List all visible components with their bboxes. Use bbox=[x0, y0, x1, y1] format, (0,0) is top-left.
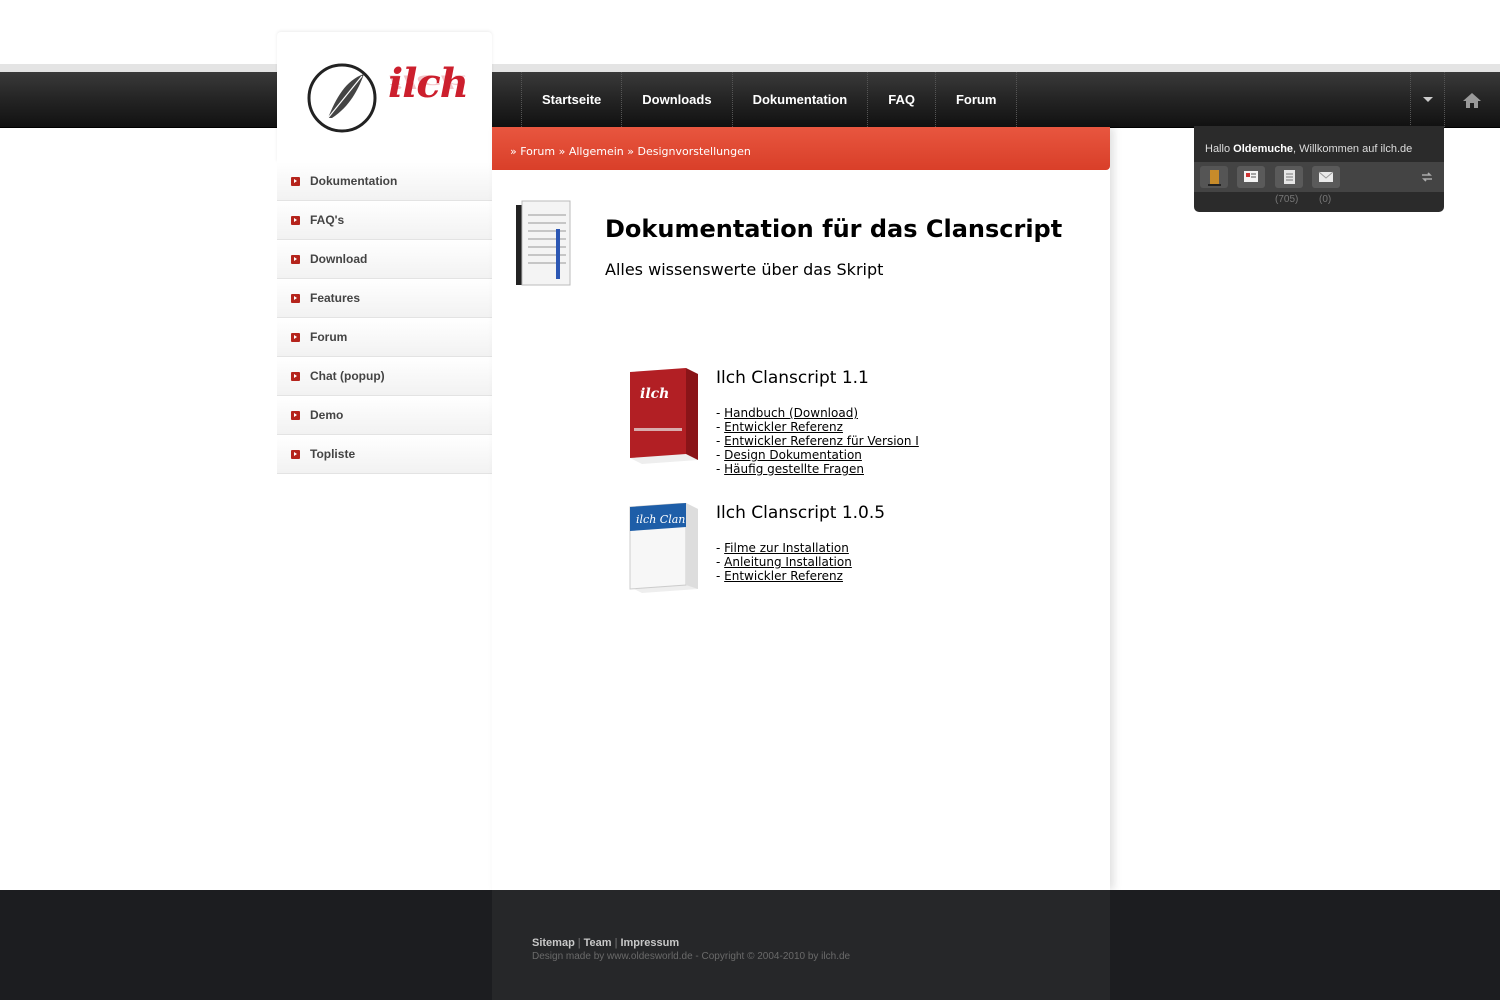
product-box-label: ilch Clan bbox=[636, 513, 685, 526]
page-subtitle: Alles wissenswerte über das Skript bbox=[605, 260, 884, 279]
footer-link-sitemap[interactable]: Sitemap bbox=[532, 937, 575, 949]
user-menu-toggle[interactable] bbox=[1410, 72, 1445, 127]
document-icon bbox=[516, 200, 571, 286]
arrow-bullet-icon bbox=[291, 410, 300, 420]
page-title: Dokumentation für das Clanscript bbox=[605, 215, 1063, 243]
greeting-suffix: , Willkommen auf ilch.de bbox=[1293, 143, 1413, 155]
chevron-down-icon bbox=[1423, 97, 1433, 102]
arrow-bullet-icon bbox=[291, 371, 300, 381]
sidebar-item-dokumentation[interactable]: Dokumentation bbox=[277, 162, 492, 201]
footer-links: Sitemap | Team | Impressum bbox=[532, 937, 679, 949]
sidebar-item-topliste[interactable]: Topliste bbox=[277, 435, 492, 474]
sidebar-item-features[interactable]: Features bbox=[277, 279, 492, 318]
sidebar-item-label: Topliste bbox=[310, 447, 356, 461]
nav-item-dokumentation[interactable]: Dokumentation bbox=[731, 72, 868, 127]
home-icon[interactable] bbox=[1460, 90, 1484, 110]
arrow-bullet-icon bbox=[291, 215, 300, 225]
sidebar-item-label: Download bbox=[310, 252, 368, 266]
sidebar-item-download[interactable]: Download bbox=[277, 240, 492, 279]
link-filme-installation[interactable]: Filme zur Installation bbox=[724, 541, 849, 555]
arrow-bullet-icon bbox=[291, 449, 300, 459]
link-entwickler-referenz[interactable]: Entwickler Referenz bbox=[724, 420, 843, 434]
breadcrumb-sep-icon: » bbox=[627, 145, 634, 158]
link-design-dokumentation[interactable]: Design Dokumentation bbox=[724, 448, 862, 462]
footer: Sitemap | Team | Impressum Design made by ww… bbox=[0, 890, 1500, 1000]
breadcrumb-item-forum[interactable]: Forum bbox=[520, 145, 555, 158]
link-anleitung-installation[interactable]: Anleitung Installation bbox=[724, 555, 852, 569]
mail-count: (0) bbox=[1319, 194, 1332, 205]
top-navbar: Startseite Downloads Dokumentation FAQ F… bbox=[0, 72, 1500, 128]
feather-logo-icon bbox=[307, 63, 377, 133]
breadcrumb-bar: » Forum » Allgemein » Designvorstellunge… bbox=[492, 127, 1110, 170]
footer-center: Sitemap | Team | Impressum Design made by ww… bbox=[492, 890, 1110, 1000]
arrow-bullet-icon bbox=[291, 293, 300, 303]
logout-door-icon[interactable] bbox=[1200, 166, 1228, 188]
greeting-prefix: Hallo bbox=[1205, 143, 1231, 155]
sidebar-item-chat[interactable]: Chat (popup) bbox=[277, 357, 492, 396]
main-nav: Startseite Downloads Dokumentation FAQ F… bbox=[521, 72, 1018, 127]
breadcrumb-item-allgemein[interactable]: Allgemein bbox=[569, 145, 624, 158]
sidebar-item-label: Forum bbox=[310, 330, 348, 344]
link-entwickler-referenz[interactable]: Entwickler Referenz bbox=[724, 569, 843, 583]
product-name: Ilch Clanscript 1.1 bbox=[716, 368, 869, 388]
sidebar-item-label: FAQ's bbox=[310, 213, 345, 227]
footer-separator: | bbox=[614, 937, 618, 949]
sidebar-item-faqs[interactable]: FAQ's bbox=[277, 201, 492, 240]
product-links: - Handbuch (Download) - Entwickler Refer… bbox=[716, 406, 919, 476]
arrow-bullet-icon bbox=[291, 332, 300, 342]
breadcrumb-item-designvorstellungen[interactable]: Designvorstellungen bbox=[637, 145, 750, 158]
profile-card-icon[interactable] bbox=[1237, 166, 1265, 188]
nav-item-startseite[interactable]: Startseite bbox=[521, 72, 621, 127]
sidebar-item-label: Dokumentation bbox=[310, 174, 398, 188]
sidebar: Dokumentation FAQ's Download Features Fo… bbox=[277, 162, 492, 474]
product-box-label: ilch bbox=[640, 386, 669, 402]
refresh-icon[interactable] bbox=[1420, 170, 1434, 184]
breadcrumb: » Forum » Allgemein » Designvorstellunge… bbox=[510, 145, 751, 158]
nav-item-downloads[interactable]: Downloads bbox=[621, 72, 731, 127]
sidebar-item-label: Demo bbox=[310, 408, 344, 422]
footer-link-team[interactable]: Team bbox=[584, 937, 612, 949]
top-strip bbox=[0, 64, 1500, 72]
username[interactable]: Oldemuche bbox=[1233, 143, 1293, 155]
messages-list-icon[interactable] bbox=[1275, 166, 1303, 188]
sidebar-item-label: Features bbox=[310, 291, 361, 305]
arrow-bullet-icon bbox=[291, 176, 300, 186]
nav-item-faq[interactable]: FAQ bbox=[867, 72, 935, 127]
footer-copyright: Design made by www.oldesworld.de - Copyr… bbox=[532, 951, 851, 962]
breadcrumb-sep-icon: » bbox=[558, 145, 566, 158]
user-panel: Hallo Oldemuche, Willkommen auf ilch.de … bbox=[1194, 126, 1444, 212]
mail-icon[interactable] bbox=[1312, 166, 1340, 188]
product-links: - Filme zur Installation - Anleitung Ins… bbox=[716, 541, 852, 583]
arrow-bullet-icon bbox=[291, 254, 300, 264]
main-content: » Forum » Allgemein » Designvorstellunge… bbox=[492, 127, 1110, 890]
sidebar-item-label: Chat (popup) bbox=[310, 369, 385, 383]
nav-item-forum[interactable]: Forum bbox=[934, 72, 1018, 127]
link-entwickler-referenz-version-1[interactable]: Entwickler Referenz für Version I bbox=[724, 434, 919, 448]
link-handbuch[interactable]: Handbuch (Download) bbox=[724, 406, 858, 420]
sidebar-item-demo[interactable]: Demo bbox=[277, 396, 492, 435]
product-box-blue-image[interactable]: ilch Clan bbox=[626, 503, 700, 595]
user-toolbar bbox=[1194, 162, 1444, 192]
product-name: Ilch Clanscript 1.0.5 bbox=[716, 503, 886, 523]
message-count: (705) bbox=[1275, 194, 1299, 205]
user-greeting: Hallo Oldemuche, Willkommen auf ilch.de bbox=[1205, 143, 1412, 155]
sidebar-item-forum[interactable]: Forum bbox=[277, 318, 492, 357]
footer-separator: | bbox=[577, 937, 581, 949]
breadcrumb-sep-icon: » bbox=[510, 145, 517, 158]
link-faq[interactable]: Häufig gestellte Fragen bbox=[724, 462, 864, 476]
footer-link-impressum[interactable]: Impressum bbox=[620, 937, 679, 949]
logo-reflection: ilch bbox=[388, 70, 468, 92]
product-box-red-image[interactable]: ilch bbox=[626, 368, 700, 466]
